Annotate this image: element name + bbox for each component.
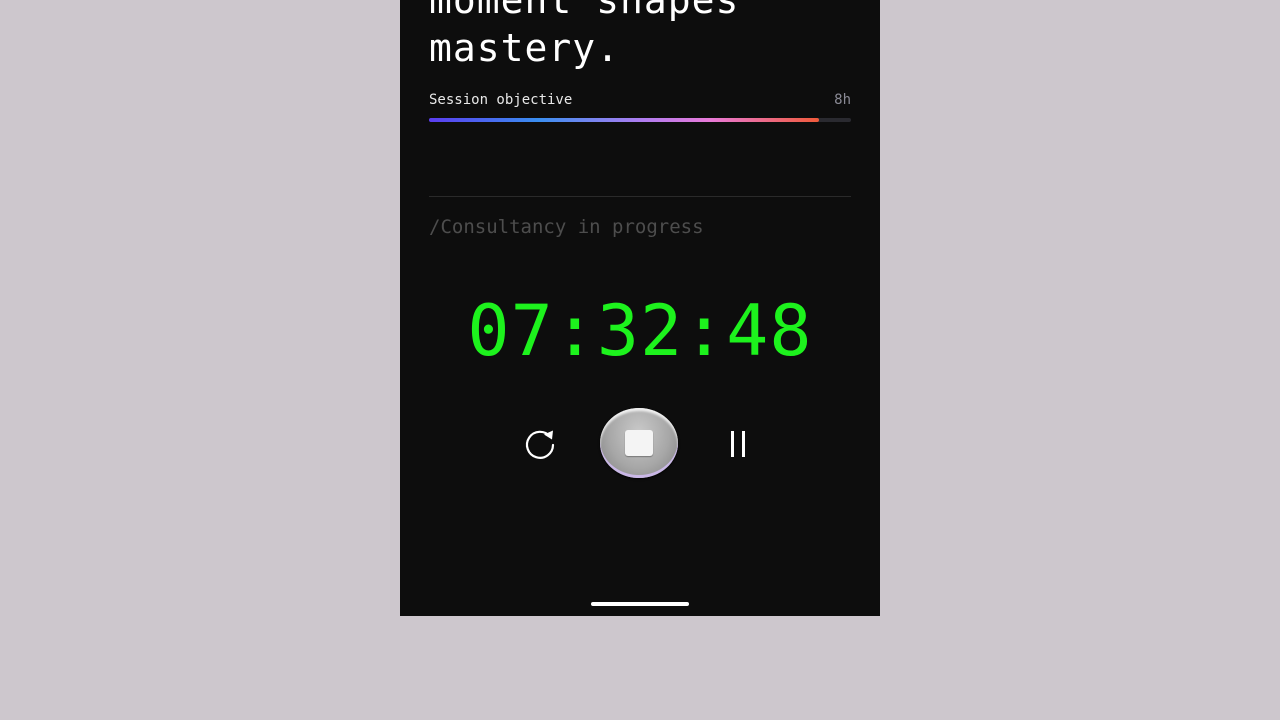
pause-button[interactable] [722,428,756,460]
session-objective-label: Session objective [429,92,573,108]
app-screen: moment shapes mastery. Session objective… [400,0,880,616]
session-objective-row: Session objective 8h [429,92,851,110]
headline: moment shapes mastery. [429,0,739,72]
session-objective-target: 8h [834,92,851,108]
stop-icon [625,430,653,456]
refresh-icon [525,430,555,459]
headline-line-2: mastery. [429,26,621,70]
elapsed-timer: 07:32:48 [467,290,813,372]
timer-controls [400,408,880,480]
home-indicator[interactable] [591,602,689,606]
reset-button[interactable] [520,426,560,462]
divider [429,196,851,197]
headline-line-1: moment shapes [429,0,740,22]
session-status-text: /Consultancy in progress [429,216,704,238]
session-progress-bar [429,118,851,122]
session-progress-fill [429,118,820,122]
stop-button[interactable] [600,408,678,478]
